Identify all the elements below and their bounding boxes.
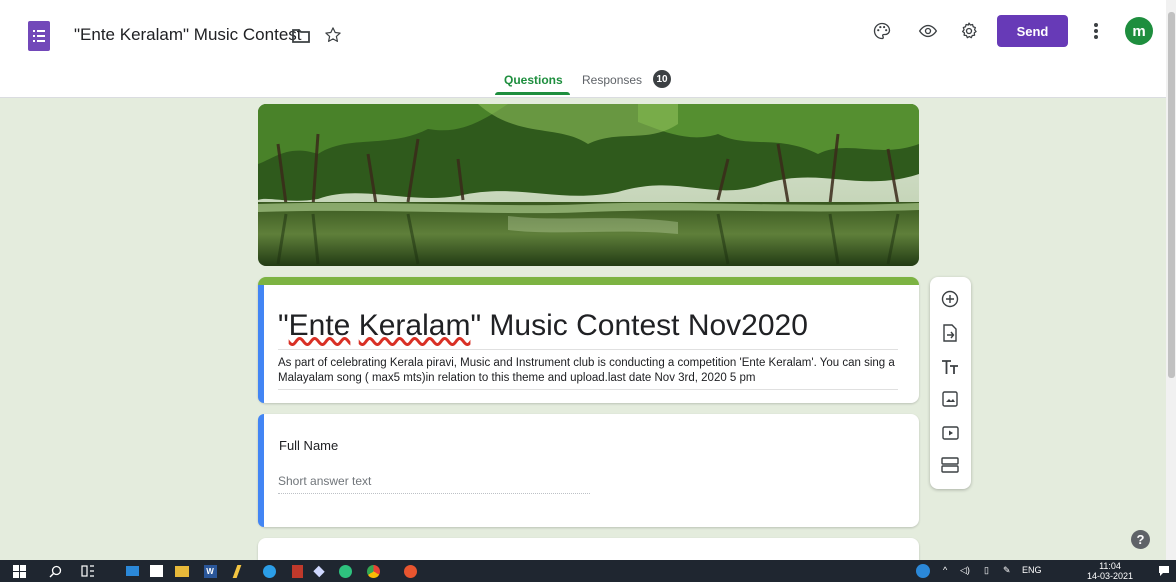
- word-app-icon[interactable]: W: [202, 563, 218, 579]
- send-button[interactable]: Send: [997, 15, 1068, 47]
- question-focus-indicator: [258, 414, 264, 527]
- notifications-icon[interactable]: [1156, 563, 1172, 579]
- task-view-icon[interactable]: [80, 563, 96, 579]
- show-hidden-icons-icon[interactable]: ^: [943, 565, 947, 575]
- chrome-icon[interactable]: [365, 563, 381, 579]
- add-section-icon[interactable]: [940, 455, 960, 475]
- move-to-folder-icon[interactable]: [290, 25, 312, 45]
- dropbox-icon[interactable]: [311, 563, 327, 579]
- pen-icon[interactable]: ✎: [1003, 565, 1011, 576]
- add-title-icon[interactable]: [940, 357, 960, 377]
- question-title[interactable]: Full Name: [279, 438, 338, 453]
- settings-gear-icon[interactable]: [956, 18, 982, 44]
- windows-start-icon[interactable]: [11, 563, 27, 579]
- add-image-icon[interactable]: [940, 389, 960, 409]
- active-card-indicator: [258, 285, 264, 403]
- active-tab-indicator: [495, 92, 570, 95]
- battery-icon[interactable]: ▯: [984, 565, 989, 576]
- top-app-bar: "Ente Keralam" Music Contest Send m Ques…: [0, 0, 1166, 98]
- page-scrollbar-thumb[interactable]: [1168, 12, 1175, 378]
- short-answer-underline: [278, 493, 590, 494]
- account-avatar[interactable]: m: [1125, 17, 1153, 45]
- add-question-icon[interactable]: [940, 289, 960, 309]
- question-toolbar: [930, 277, 971, 489]
- palette-icon[interactable]: [869, 18, 895, 44]
- import-questions-icon[interactable]: [940, 323, 960, 343]
- app-icon-orange[interactable]: [402, 563, 418, 579]
- volume-icon[interactable]: ◁): [960, 565, 970, 576]
- mail-app-icon[interactable]: [124, 563, 140, 579]
- description-underline: [278, 389, 898, 390]
- app-icon-green[interactable]: [337, 563, 353, 579]
- document-title[interactable]: "Ente Keralam" Music Contest: [74, 25, 302, 45]
- form-description[interactable]: As part of celebrating Kerala piravi, Mu…: [278, 356, 903, 386]
- search-icon[interactable]: [47, 563, 63, 579]
- more-options-icon[interactable]: [1087, 18, 1105, 44]
- help-icon[interactable]: ?: [1131, 530, 1150, 549]
- google-forms-logo-icon[interactable]: [28, 21, 50, 51]
- form-title[interactable]: "Ente Keralam" Music Contest Nov2020: [278, 309, 808, 343]
- short-answer-placeholder: Short answer text: [278, 474, 372, 488]
- app-icon-red[interactable]: [289, 563, 305, 579]
- question-card-full-name[interactable]: Full Name Short answer text: [258, 414, 919, 527]
- taskbar-clock[interactable]: 11:04 14-03-2021: [1081, 561, 1139, 581]
- app-icon-lightning[interactable]: [229, 563, 245, 579]
- header-banner-image: [258, 104, 919, 266]
- app-icon-blue[interactable]: [261, 563, 277, 579]
- file-explorer-icon[interactable]: [174, 563, 190, 579]
- tray-app-icon[interactable]: [915, 563, 931, 579]
- star-icon[interactable]: [322, 24, 344, 46]
- form-tabs: Questions Responses 10: [0, 69, 1166, 97]
- tab-responses[interactable]: Responses: [582, 73, 642, 87]
- form-title-card[interactable]: "Ente Keralam" Music Contest Nov2020 As …: [258, 277, 919, 403]
- tab-questions[interactable]: Questions: [504, 73, 563, 87]
- preview-eye-icon[interactable]: [915, 18, 941, 44]
- store-app-icon[interactable]: [148, 563, 164, 579]
- language-indicator[interactable]: ENG: [1022, 565, 1042, 575]
- responses-count-badge: 10: [653, 70, 671, 88]
- title-underline: [278, 349, 898, 350]
- windows-taskbar: W ^ ◁) ▯ ✎ ENG 11:04 14-03-2021: [0, 560, 1176, 582]
- add-video-icon[interactable]: [940, 423, 960, 443]
